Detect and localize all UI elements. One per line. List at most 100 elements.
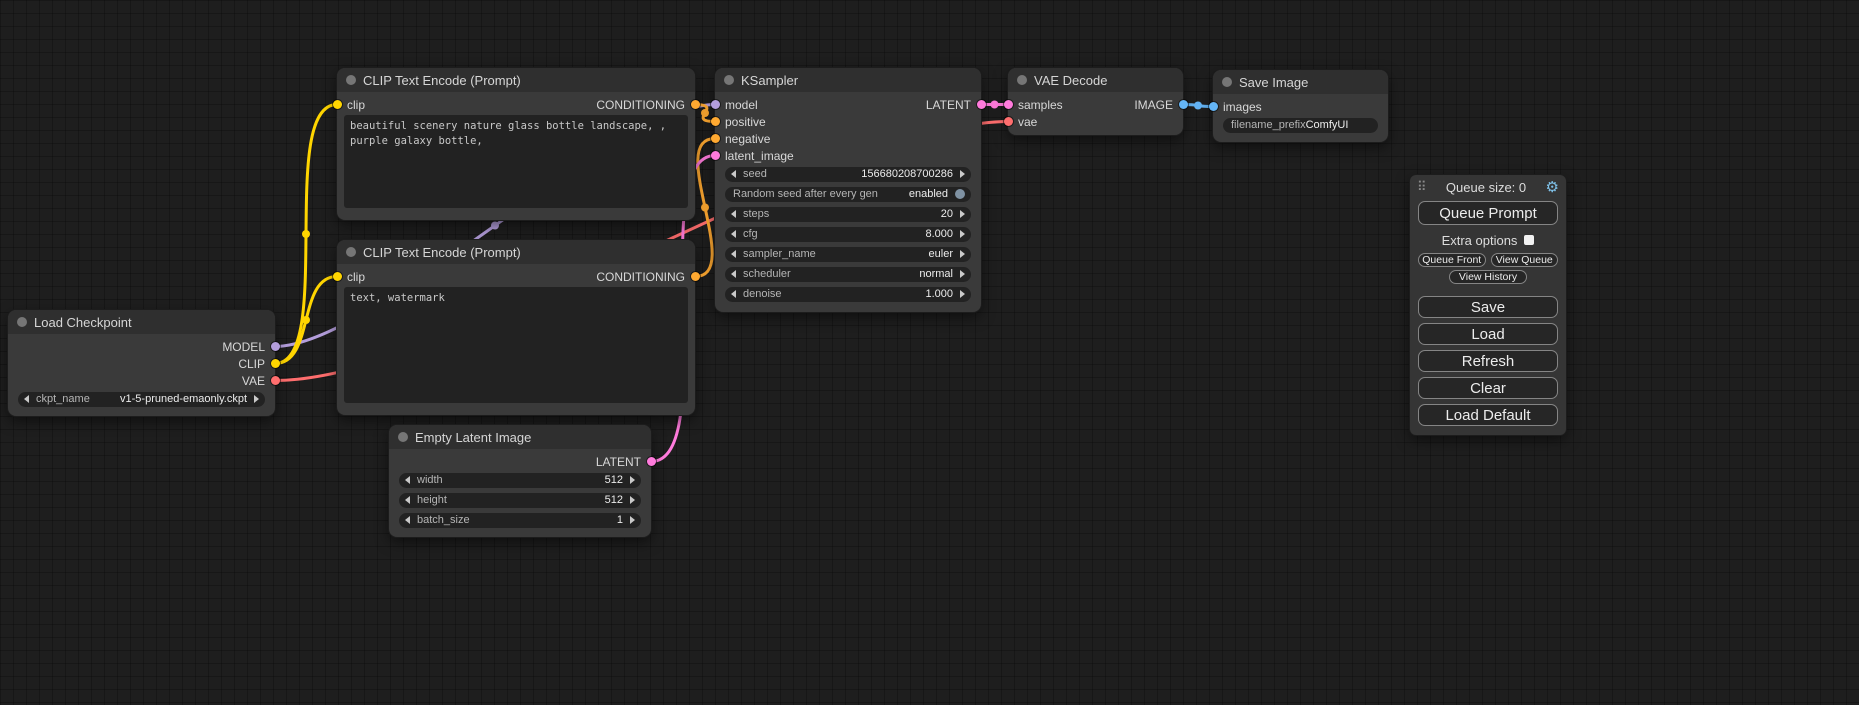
node-title-bar[interactable]: Save Image [1213,70,1388,94]
node-title-bar[interactable]: KSampler [715,68,981,92]
load-default-button[interactable]: Load Default [1418,404,1558,426]
slot-row: model LATENT [715,96,981,113]
widget-width[interactable]: width 512 [399,473,641,488]
widget-sampler-name[interactable]: sampler_name euler [725,247,971,262]
input-slot-samples[interactable] [1004,100,1013,109]
decrement-arrow-icon[interactable] [405,476,410,484]
node-graph-canvas[interactable]: Load Checkpoint MODEL CLIP VAE ckpt_name [0,0,1859,705]
node-empty-latent-image[interactable]: Empty Latent Image LATENT width 512 heig… [389,425,651,537]
node-vae-decode[interactable]: VAE Decode samples IMAGE vae [1008,68,1183,135]
decrement-arrow-icon[interactable] [731,230,736,238]
input-label-vae: vae [1018,115,1037,129]
output-slot-image[interactable] [1179,100,1188,109]
collapse-dot-icon[interactable] [1017,75,1027,85]
node-save-image[interactable]: Save Image images filename_prefix ComfyU… [1213,70,1388,142]
input-slot-negative[interactable] [711,134,720,143]
decrement-arrow-icon[interactable] [731,270,736,278]
output-slot-model[interactable] [271,342,280,351]
drag-handle-icon[interactable]: ⠿ [1417,179,1427,195]
increment-arrow-icon[interactable] [254,395,259,403]
input-label-negative: negative [725,132,770,146]
queue-front-button[interactable]: Queue Front [1418,253,1486,267]
toggle-dot-icon[interactable] [955,189,965,199]
output-slot-latent[interactable] [647,457,656,466]
slot-row: images [1213,98,1388,115]
widget-batch-size[interactable]: batch_size 1 [399,513,641,528]
output-slot-latent[interactable] [977,100,986,109]
prompt-textarea[interactable]: beautiful scenery nature glass bottle la… [344,115,688,208]
widget-seed[interactable]: seed 156680208700286 [725,167,971,182]
collapse-dot-icon[interactable] [346,75,356,85]
widget-height[interactable]: height 512 [399,493,641,508]
view-queue-button[interactable]: View Queue [1491,253,1559,267]
load-button[interactable]: Load [1418,323,1558,345]
node-title-bar[interactable]: Load Checkpoint [8,310,275,334]
node-title-bar[interactable]: VAE Decode [1008,68,1183,92]
clear-button[interactable]: Clear [1418,377,1558,399]
widget-scheduler[interactable]: scheduler normal [725,267,971,282]
increment-arrow-icon[interactable] [630,516,635,524]
widget-cfg[interactable]: cfg 8.000 [725,227,971,242]
increment-arrow-icon[interactable] [960,230,965,238]
input-slot-images[interactable] [1209,102,1218,111]
increment-arrow-icon[interactable] [960,170,965,178]
wire-negative-midpoint [701,204,709,212]
queue-prompt-button[interactable]: Queue Prompt [1418,201,1558,225]
decrement-arrow-icon[interactable] [405,516,410,524]
input-label-model: model [725,98,758,112]
settings-gear-icon[interactable]: ⚙ [1546,178,1559,196]
collapse-dot-icon[interactable] [1222,77,1232,87]
widget-ckpt-name[interactable]: ckpt_name v1-5-pruned-emaonly.ckpt [18,392,265,407]
collapse-dot-icon[interactable] [398,432,408,442]
decrement-arrow-icon[interactable] [405,496,410,504]
slot-row: VAE [8,372,275,389]
collapse-dot-icon[interactable] [346,247,356,257]
decrement-arrow-icon[interactable] [731,210,736,218]
save-button[interactable]: Save [1418,296,1558,318]
input-slot-vae[interactable] [1004,117,1013,126]
increment-arrow-icon[interactable] [630,496,635,504]
slot-row: MODEL [8,338,275,355]
widget-filename-prefix[interactable]: filename_prefix ComfyUI [1223,118,1378,133]
decrement-arrow-icon[interactable] [731,170,736,178]
node-clip-text-encode-negative[interactable]: CLIP Text Encode (Prompt) clip CONDITION… [337,240,695,415]
node-ksampler[interactable]: KSampler model LATENT positive negative … [715,68,981,312]
increment-arrow-icon[interactable] [960,210,965,218]
increment-arrow-icon[interactable] [960,250,965,258]
node-title-label: Save Image [1239,75,1308,90]
widget-denoise[interactable]: denoise 1.000 [725,287,971,302]
prompt-textarea[interactable]: text, watermark [344,287,688,403]
queue-menu-panel: ⠿ Queue size: 0 ⚙ Queue Prompt Extra opt… [1410,175,1566,435]
input-slot-model[interactable] [711,100,720,109]
node-title-bar[interactable]: CLIP Text Encode (Prompt) [337,240,695,264]
output-slot-clip[interactable] [271,359,280,368]
output-label-conditioning: CONDITIONING [596,270,685,284]
node-title-label: Empty Latent Image [415,430,531,445]
widget-random-seed-toggle[interactable]: Random seed after every gen enabled [725,187,971,202]
node-load-checkpoint[interactable]: Load Checkpoint MODEL CLIP VAE ckpt_name [8,310,275,416]
view-history-button[interactable]: View History [1449,270,1527,284]
input-slot-clip[interactable] [333,100,342,109]
decrement-arrow-icon[interactable] [24,395,29,403]
input-slot-positive[interactable] [711,117,720,126]
decrement-arrow-icon[interactable] [731,250,736,258]
increment-arrow-icon[interactable] [960,270,965,278]
increment-arrow-icon[interactable] [960,290,965,298]
node-title-bar[interactable]: CLIP Text Encode (Prompt) [337,68,695,92]
collapse-dot-icon[interactable] [17,317,27,327]
node-clip-text-encode-positive[interactable]: CLIP Text Encode (Prompt) clip CONDITION… [337,68,695,220]
node-title-bar[interactable]: Empty Latent Image [389,425,651,449]
collapse-dot-icon[interactable] [724,75,734,85]
widget-steps[interactable]: steps 20 [725,207,971,222]
input-slot-clip[interactable] [333,272,342,281]
output-slot-conditioning[interactable] [691,272,700,281]
refresh-button[interactable]: Refresh [1418,350,1558,372]
input-slot-latent-image[interactable] [711,151,720,160]
wire-clip-negative-midpoint [302,316,310,324]
decrement-arrow-icon[interactable] [731,290,736,298]
wire-positive-midpoint [701,109,709,117]
output-slot-vae[interactable] [271,376,280,385]
increment-arrow-icon[interactable] [630,476,635,484]
output-slot-conditioning[interactable] [691,100,700,109]
extra-options-checkbox[interactable] [1524,235,1534,245]
